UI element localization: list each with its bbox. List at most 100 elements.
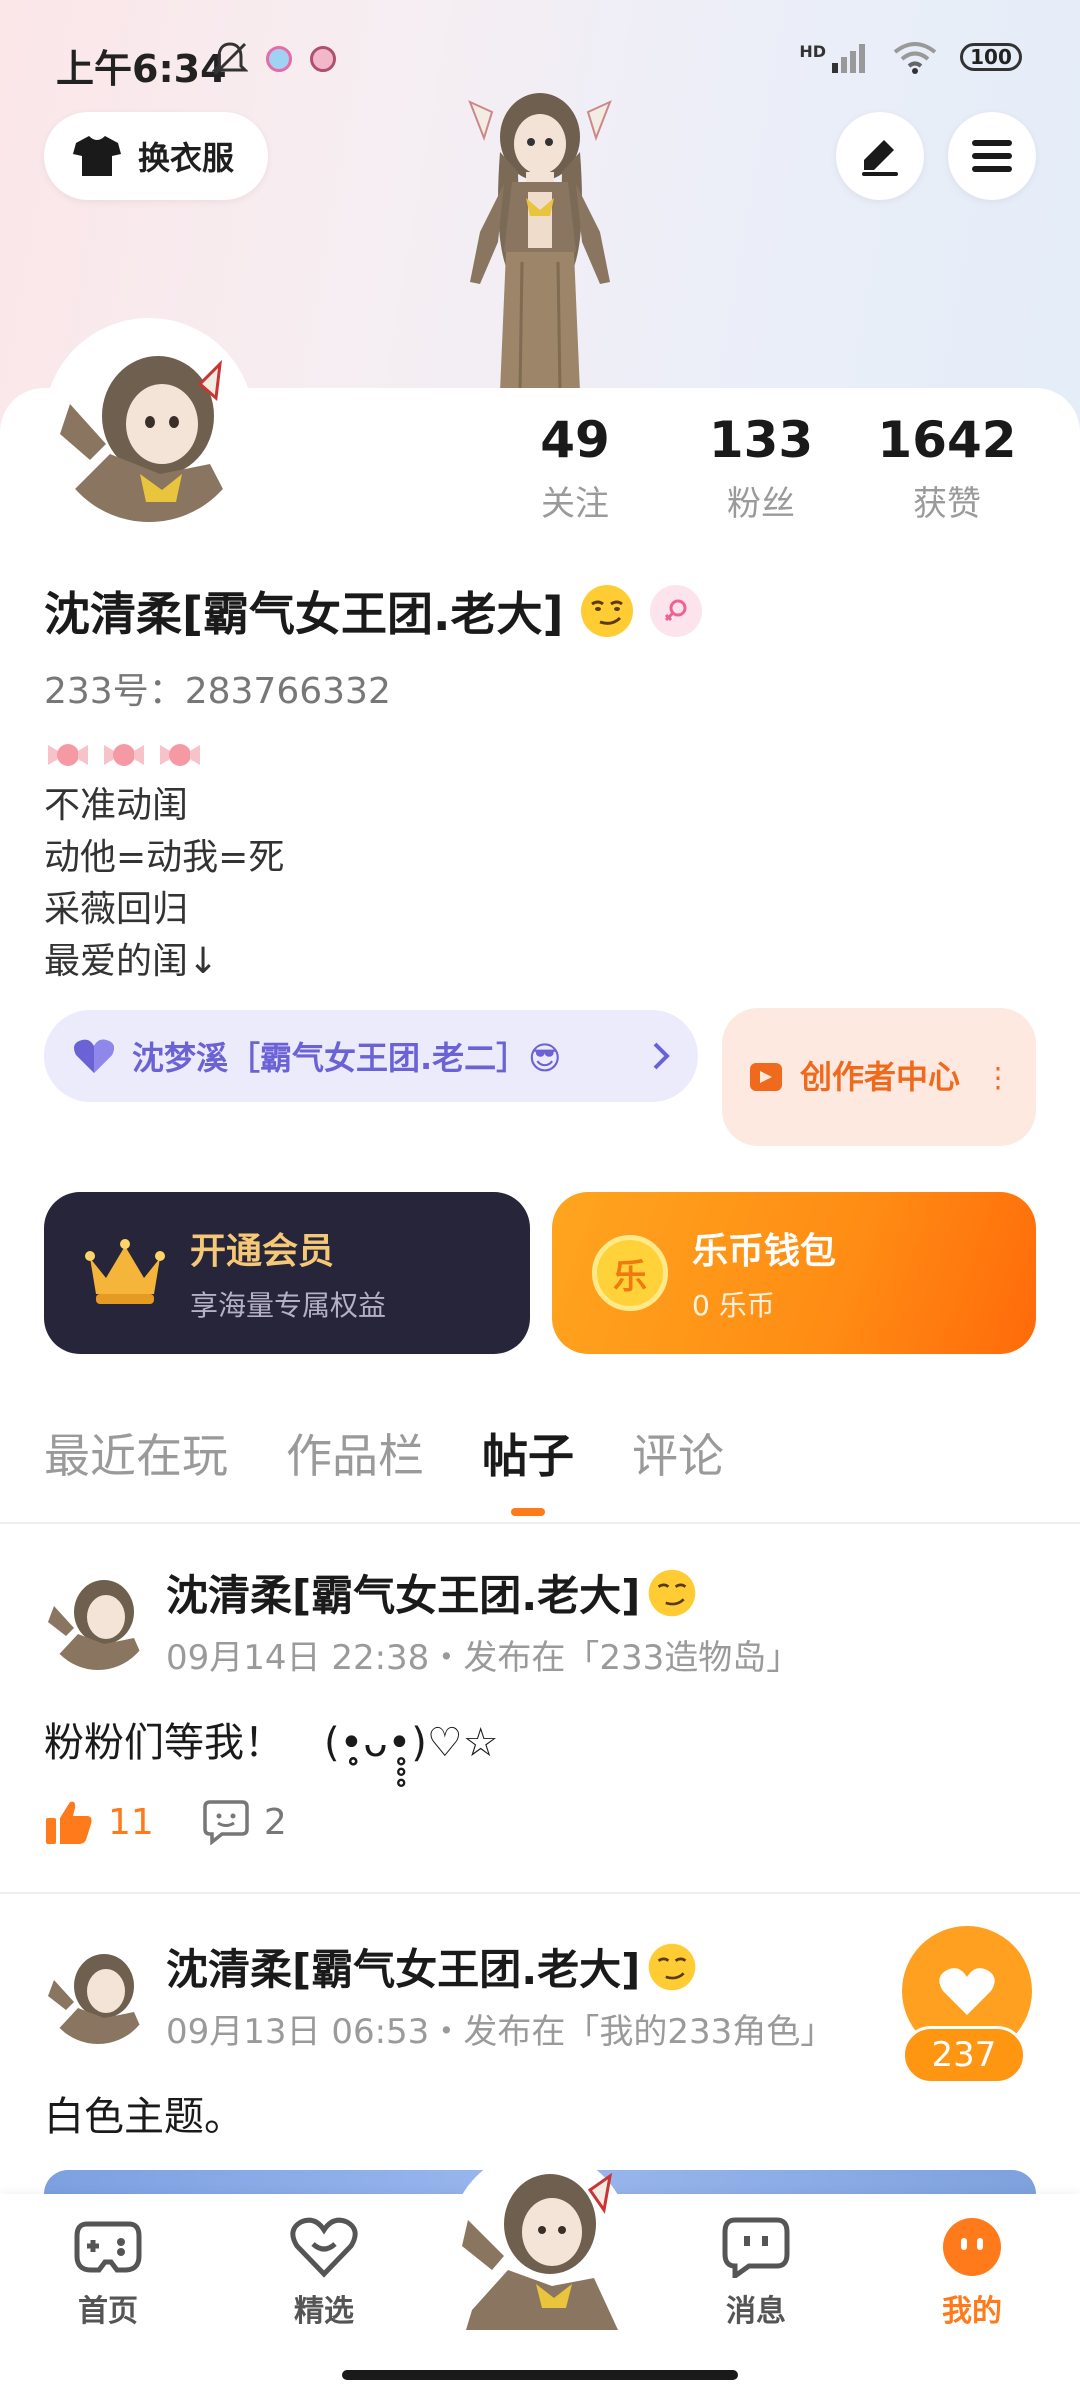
stat-fans[interactable]: 133 粉丝	[668, 410, 854, 525]
battery-icon: 100	[960, 43, 1022, 71]
bio-line: 动他=动我=死	[44, 837, 285, 878]
status-right-icons: HD 100	[799, 40, 1022, 74]
creator-center-button[interactable]: 创作者中心 ⋮	[722, 1008, 1036, 1146]
tab-recently-played[interactable]: 最近在玩	[44, 1420, 228, 1516]
post-separator	[0, 1892, 1080, 1894]
tab-works[interactable]: 作品栏	[286, 1420, 424, 1516]
smirk-emoji-icon	[649, 1569, 696, 1616]
stat-likes[interactable]: 1642 获赞	[854, 410, 1040, 525]
nav-center-avatar[interactable]	[458, 2160, 622, 2330]
nav-me[interactable]: 我的	[892, 2216, 1052, 2330]
more-dots-icon: ⋮	[984, 1060, 1012, 1094]
stat-fans-label: 粉丝	[727, 484, 795, 524]
post-author-row: 沈清柔[霸气女王团.老大]	[166, 1936, 698, 1997]
wallet-title: 乐币钱包	[692, 1231, 837, 1272]
tabs-divider	[0, 1522, 1080, 1524]
character-3d-avatar[interactable]	[440, 92, 640, 392]
post-item[interactable]: 沈清柔[霸气女王团.老大] 09月14日 22:38・发布在「233造物岛」 粉…	[44, 1562, 1036, 1862]
profile-pills: 沈梦溪［霸气女王团.老二］😎 创作者中心 ⋮	[44, 1008, 1036, 1146]
heart-icon	[74, 1039, 114, 1073]
status-left-icons	[212, 40, 336, 78]
post-author-row: 沈清柔[霸气女王团.老大]	[166, 1562, 698, 1623]
battery-level: 100	[970, 45, 1012, 69]
tab-posts[interactable]: 帖子	[482, 1420, 574, 1516]
tab-comments[interactable]: 评论	[632, 1420, 724, 1516]
network-hd-label: HD	[799, 41, 826, 61]
relation-pill[interactable]: 沈梦溪［霸气女王团.老二］😎	[44, 1010, 698, 1102]
heart-smile-icon	[290, 2217, 358, 2278]
comment-count: 2	[263, 1801, 287, 1843]
stat-likes-value: 1642	[877, 411, 1017, 469]
crown-icon	[85, 1239, 165, 1304]
comment-button[interactable]: 2	[202, 1799, 287, 1845]
wifi-icon	[893, 42, 937, 74]
vip-card[interactable]: 开通会员 享海量专属权益	[44, 1192, 530, 1354]
like-button[interactable]: 11	[44, 1798, 154, 1846]
home-indicator[interactable]	[342, 2370, 738, 2380]
username-row: 沈清柔[霸气女王团.老大]	[44, 578, 702, 644]
post-meta: 09月14日 22:38・发布在「233造物岛」	[166, 1638, 801, 1678]
post-author-avatar[interactable]	[44, 1936, 152, 2044]
like-count: 11	[108, 1801, 154, 1843]
edit-profile-button[interactable]	[836, 112, 924, 200]
post-author-avatar[interactable]	[44, 1562, 152, 1670]
nav-me-label: 我的	[942, 2294, 1002, 2329]
wallet-text: 乐币钱包 0 乐币	[692, 1222, 836, 1324]
bio-line: 采薇回归	[44, 889, 189, 930]
candy-icon	[160, 744, 200, 766]
candy-icon	[48, 744, 88, 766]
post-meta: 09月13日 06:53・发布在「我的233角色」	[166, 2012, 835, 2052]
post-author-name[interactable]: 沈清柔[霸气女王团.老大]	[166, 1562, 640, 1623]
app-notification-icon-2	[310, 46, 336, 72]
bio-line: 不准动闺	[44, 785, 189, 826]
profile-avatar[interactable]	[44, 318, 254, 528]
gamepad-icon	[74, 2221, 142, 2273]
nav-messages[interactable]: 消息	[676, 2216, 836, 2330]
user-id: 233号：283766332	[44, 671, 391, 712]
menu-icon	[972, 140, 1012, 172]
content-tabs: 最近在玩 作品栏 帖子 评论	[44, 1420, 724, 1516]
app-notification-icon	[266, 46, 292, 72]
comment-icon	[203, 1800, 249, 1845]
bio: 不准动闺 动他=动我=死 采薇回归 最爱的闺↓	[44, 730, 284, 988]
bio-line: 最爱的闺↓	[44, 941, 219, 982]
creator-center-label: 创作者中心	[800, 1058, 961, 1096]
post-author-name[interactable]: 沈清柔[霸气女王团.老大]	[166, 1936, 640, 1997]
username: 沈清柔[霸气女王团.老大]	[44, 587, 564, 641]
stat-following[interactable]: 49 关注	[482, 410, 668, 525]
mute-bell-icon	[212, 42, 248, 76]
avatar-image	[50, 324, 248, 522]
coin-icon: 乐	[592, 1235, 668, 1311]
stat-fans-value: 133	[708, 411, 814, 469]
floating-like-count: 237	[902, 2026, 1026, 2084]
vip-text: 开通会员 享海量专属权益	[190, 1222, 386, 1324]
wallet-card[interactable]: 乐 乐币钱包 0 乐币	[552, 1192, 1036, 1354]
benefit-cards: 开通会员 享海量专属权益 乐 乐币钱包 0 乐币	[44, 1192, 1036, 1354]
nav-home[interactable]: 首页	[28, 2216, 188, 2330]
coin-char: 乐	[613, 1256, 647, 1297]
post-text: 粉粉们等我！ (•̥̥̥ᴗ•̥̥̥)♡☆	[44, 1720, 499, 1766]
heart-icon	[939, 1968, 995, 2015]
stat-following-value: 49	[540, 411, 610, 469]
avatar-image	[44, 1936, 152, 2044]
wallet-balance: 0 乐币	[692, 1289, 775, 1322]
vip-title: 开通会员	[190, 1231, 335, 1272]
profile-stats: 49 关注 133 粉丝 1642 获赞	[482, 410, 1040, 525]
menu-button[interactable]	[948, 112, 1036, 200]
post-item[interactable]: 沈清柔[霸气女王团.老大] 09月13日 06:53・发布在「我的233角色」 …	[44, 1936, 1036, 2176]
stat-likes-label: 获赞	[913, 484, 981, 524]
smirk-emoji-icon	[649, 1943, 696, 1990]
post-actions: 11 2	[44, 1798, 287, 1846]
pencil-icon	[862, 140, 898, 176]
profile-face-icon	[943, 2218, 1001, 2276]
chevron-right-icon	[653, 1042, 670, 1070]
female-gender-icon	[649, 585, 702, 637]
wardrobe-button[interactable]: 换衣服	[44, 112, 269, 200]
signal-icon	[832, 44, 865, 73]
smirk-emoji-icon	[580, 585, 633, 637]
message-icon	[722, 2217, 790, 2281]
stat-following-label: 关注	[541, 484, 609, 524]
floating-like-button[interactable]: 237	[902, 1926, 1032, 2086]
relation-label: 沈梦溪［霸气女王团.老二］😎	[132, 1039, 562, 1077]
nav-featured[interactable]: 精选	[244, 2216, 404, 2330]
